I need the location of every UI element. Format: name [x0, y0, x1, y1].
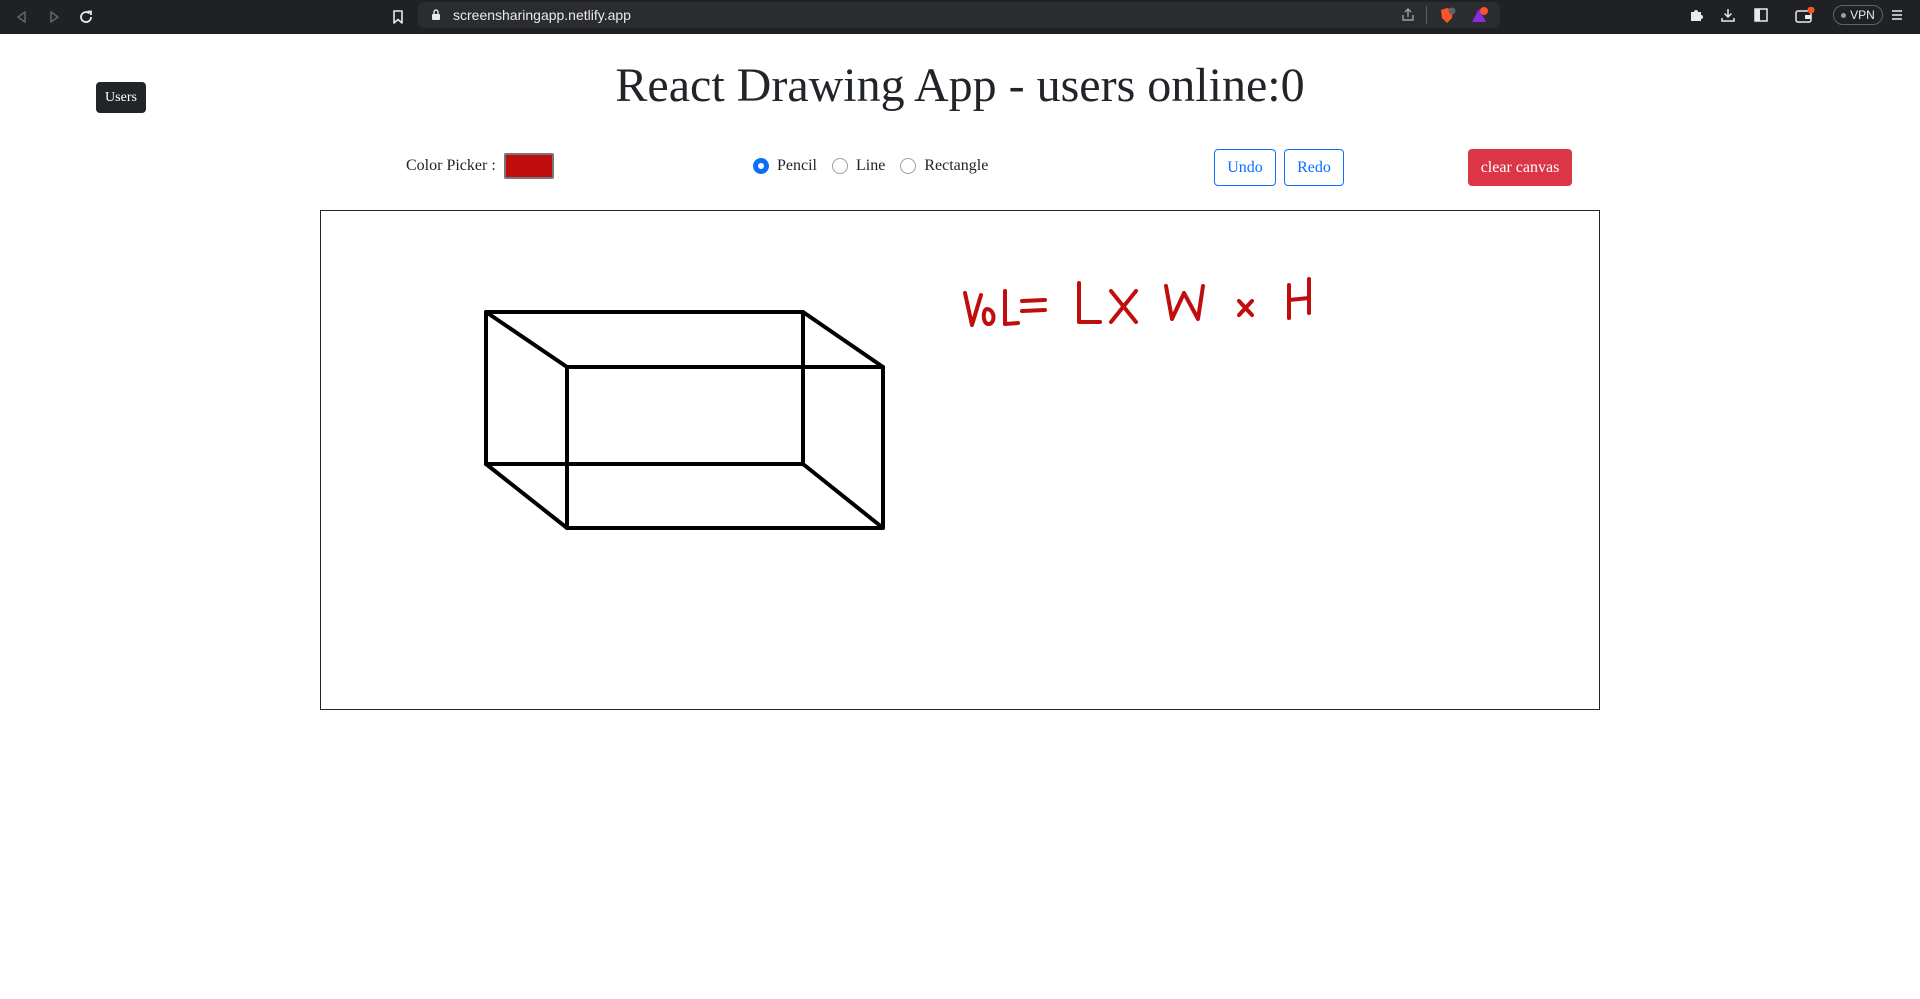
- address-bar[interactable]: screensharingapp.netlify.app: [418, 2, 1500, 28]
- downloads-icon[interactable]: [1720, 7, 1738, 25]
- forward-icon[interactable]: [44, 7, 64, 27]
- browser-toolbar: screensharingapp.netlify.app VPN: [0, 0, 1920, 34]
- color-picker-label: Color Picker :: [406, 157, 496, 174]
- glyph-l2: [1077, 281, 1102, 324]
- vpn-status-dot: [1841, 12, 1847, 18]
- clear-canvas-button[interactable]: clear canvas: [1468, 149, 1572, 186]
- cuboid-edge-top-left: [484, 310, 569, 369]
- tool-pencil[interactable]: Pencil: [753, 157, 817, 175]
- bookmark-icon[interactable]: [388, 7, 408, 27]
- glyph-l: [1003, 289, 1020, 326]
- lock-icon: [430, 7, 446, 23]
- pencil-radio[interactable]: [753, 158, 769, 174]
- back-icon[interactable]: [12, 7, 32, 27]
- glyph-equals: [1020, 298, 1047, 313]
- rectangle-radio[interactable]: [900, 158, 917, 174]
- redo-button[interactable]: Redo: [1284, 149, 1344, 186]
- cuboid-edge-bottom-left: [484, 462, 569, 530]
- rectangle-label: Rectangle: [924, 157, 989, 174]
- sidebar-icon[interactable]: [1753, 7, 1771, 25]
- glyph-x: [1109, 289, 1138, 324]
- omnibox-divider: [1426, 6, 1427, 24]
- cuboid-sketch: [484, 310, 885, 530]
- glyph-h: [1287, 277, 1311, 320]
- undo-button[interactable]: Undo: [1214, 149, 1276, 186]
- canvas-drawing: [484, 277, 1311, 530]
- brave-rewards-icon[interactable]: [1470, 7, 1488, 23]
- share-icon[interactable]: [1400, 7, 1416, 23]
- url-text: screensharingapp.netlify.app: [453, 7, 631, 23]
- cuboid-edge-bottom-right: [801, 462, 885, 530]
- cuboid-back-face: [484, 310, 805, 466]
- extensions-icon[interactable]: [1688, 7, 1706, 25]
- drawing-canvas[interactable]: [320, 210, 1600, 710]
- tool-line[interactable]: Line: [832, 157, 885, 175]
- handwritten-formula: [963, 277, 1311, 327]
- vpn-label: VPN: [1850, 8, 1875, 22]
- vpn-button[interactable]: VPN: [1833, 5, 1883, 25]
- glyph-v: [963, 291, 983, 327]
- line-radio[interactable]: [832, 158, 848, 174]
- cuboid-front-face: [565, 365, 885, 530]
- tool-rectangle[interactable]: Rectangle: [900, 157, 988, 175]
- glyph-w: [1164, 284, 1205, 321]
- brave-shields-icon[interactable]: [1438, 7, 1456, 23]
- wallet-icon[interactable]: [1795, 6, 1815, 25]
- line-label: Line: [856, 157, 886, 174]
- glyph-times: [1237, 299, 1254, 317]
- page-title: React Drawing App - users online:0: [615, 59, 1305, 112]
- color-swatch[interactable]: [503, 153, 554, 179]
- menu-icon[interactable]: [1890, 7, 1908, 25]
- tool-selector: Pencil Line Rectangle: [753, 156, 1003, 176]
- color-picker: Color Picker :: [406, 153, 554, 179]
- glyph-o: [981, 307, 996, 326]
- reload-icon[interactable]: [76, 7, 96, 27]
- cuboid-edge-top-right: [801, 310, 885, 369]
- pencil-label: Pencil: [777, 157, 817, 174]
